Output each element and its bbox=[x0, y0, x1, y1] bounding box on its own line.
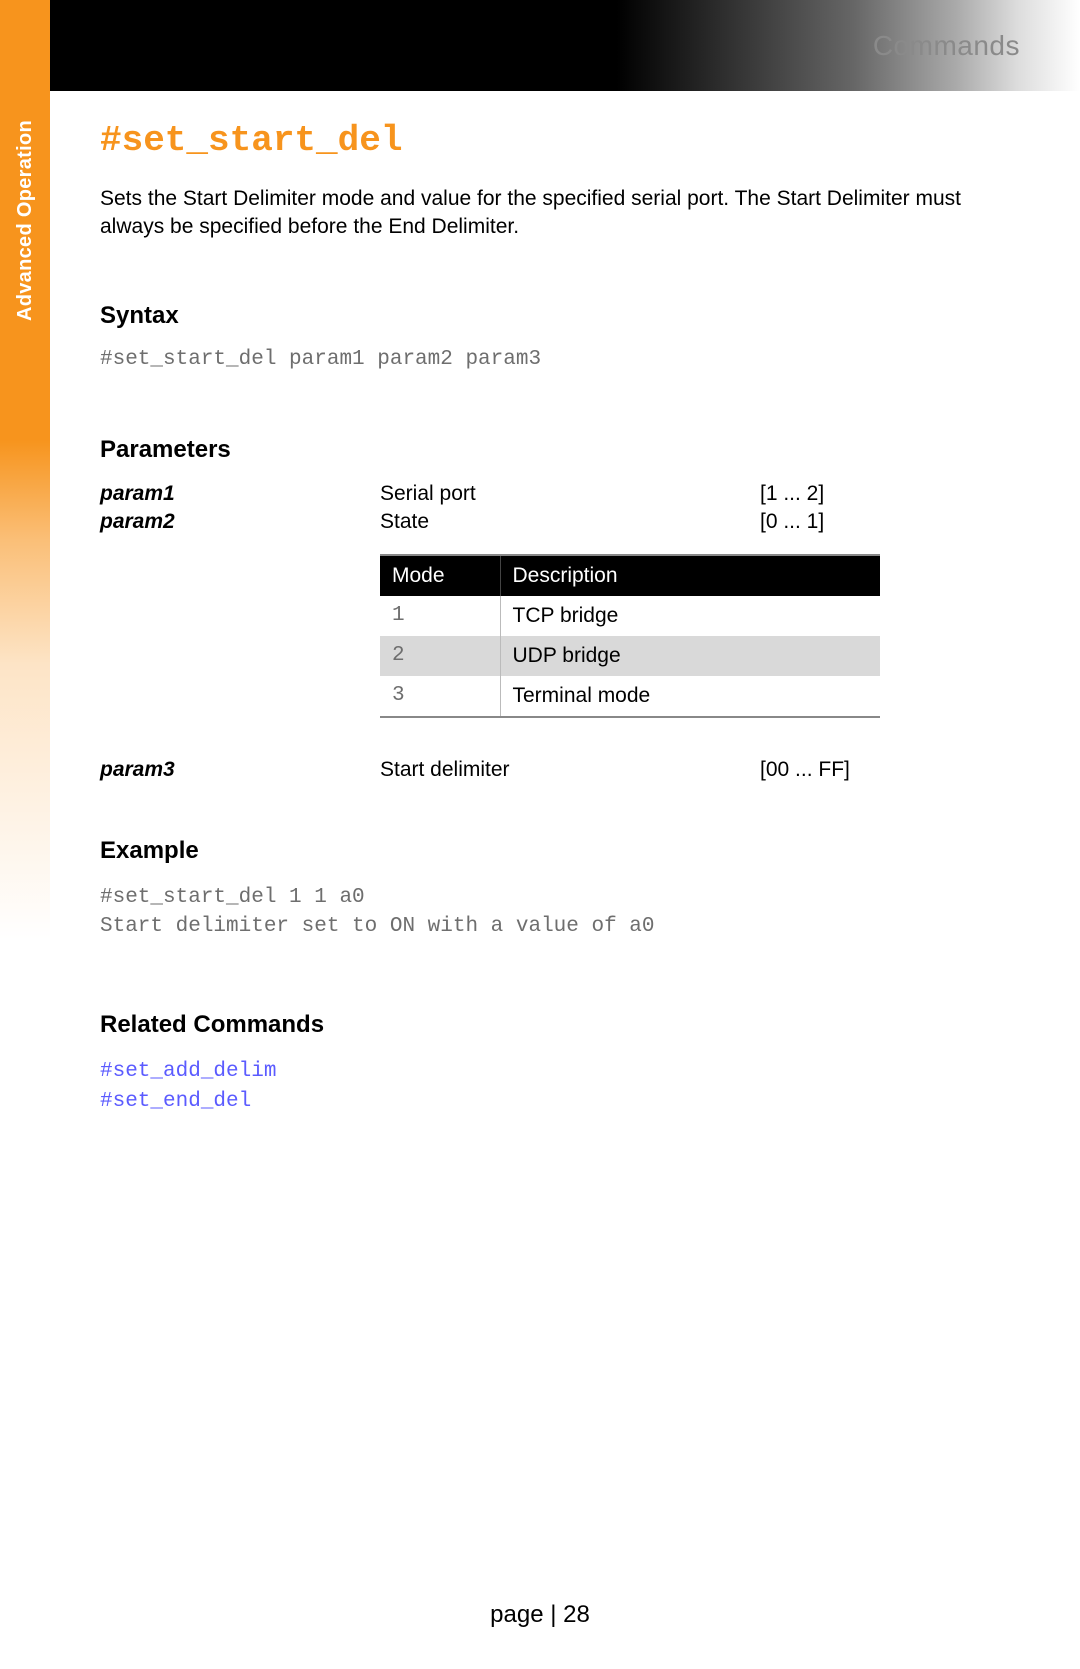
param-name: param2 bbox=[100, 510, 380, 534]
side-tab-label: Advanced Operation bbox=[14, 120, 37, 321]
param-name: param1 bbox=[100, 482, 380, 506]
mode-table: Mode Description 1 TCP bridge 2 UDP brid… bbox=[380, 554, 880, 718]
command-description: Sets the Start Delimiter mode and value … bbox=[100, 185, 1000, 242]
mode-table-header-mode: Mode bbox=[380, 556, 500, 596]
mode-table-header-desc: Description bbox=[500, 556, 880, 596]
param-grid-top: param1 Serial port [1 ... 2] param2 Stat… bbox=[100, 482, 1000, 534]
parameters-heading: Parameters bbox=[100, 436, 1000, 464]
example-section: Example #set_start_del 1 1 a0 Start deli… bbox=[100, 837, 1000, 942]
table-row: 3 Terminal mode bbox=[380, 676, 880, 716]
mode-desc-cell: UDP bridge bbox=[500, 636, 880, 676]
syntax-heading: Syntax bbox=[100, 302, 1000, 330]
page-number: page | 28 bbox=[490, 1601, 590, 1628]
related-section: Related Commands #set_add_delim #set_end… bbox=[100, 1011, 1000, 1116]
related-link[interactable]: #set_add_delim bbox=[100, 1057, 1000, 1086]
content: #set_start_del Sets the Start Delimiter … bbox=[100, 120, 1000, 1116]
command-title: #set_start_del bbox=[100, 120, 1000, 161]
param-grid-bottom: param3 Start delimiter [00 ... FF] bbox=[100, 758, 1000, 782]
param-range: [1 ... 2] bbox=[760, 482, 960, 506]
example-line: #set_start_del 1 1 a0 bbox=[100, 883, 1000, 912]
mode-cell: 1 bbox=[380, 596, 500, 636]
param-range: [0 ... 1] bbox=[760, 510, 960, 534]
header-section-title: Commands bbox=[873, 30, 1020, 62]
side-tab-fade bbox=[0, 440, 50, 940]
page: Commands Advanced Operation #set_start_d… bbox=[0, 0, 1080, 1669]
mode-cell: 2 bbox=[380, 636, 500, 676]
side-tab-label-wrap: Advanced Operation bbox=[0, 0, 50, 440]
mode-desc-cell: TCP bridge bbox=[500, 596, 880, 636]
param-name: param3 bbox=[100, 758, 380, 782]
related-link[interactable]: #set_end_del bbox=[100, 1087, 1000, 1116]
param-range: [00 ... FF] bbox=[760, 758, 960, 782]
related-heading: Related Commands bbox=[100, 1011, 1000, 1039]
syntax-line: #set_start_del param1 param2 param3 bbox=[100, 348, 1000, 371]
header-bar: Commands bbox=[50, 0, 1080, 91]
page-footer: page | 28 bbox=[0, 1601, 1080, 1629]
syntax-section: Syntax #set_start_del param1 param2 para… bbox=[100, 302, 1000, 371]
example-heading: Example bbox=[100, 837, 1000, 865]
mode-cell: 3 bbox=[380, 676, 500, 716]
mode-desc-cell: Terminal mode bbox=[500, 676, 880, 716]
param-desc: Start delimiter bbox=[380, 758, 760, 782]
table-row: 2 UDP bridge bbox=[380, 636, 880, 676]
parameters-section: Parameters param1 Serial port [1 ... 2] … bbox=[100, 436, 1000, 782]
related-links: #set_add_delim #set_end_del bbox=[100, 1057, 1000, 1116]
example-line: Start delimiter set to ON with a value o… bbox=[100, 912, 1000, 941]
param-desc: State bbox=[380, 510, 760, 534]
param-desc: Serial port bbox=[380, 482, 760, 506]
table-row: 1 TCP bridge bbox=[380, 596, 880, 636]
example-lines: #set_start_del 1 1 a0 Start delimiter se… bbox=[100, 883, 1000, 942]
